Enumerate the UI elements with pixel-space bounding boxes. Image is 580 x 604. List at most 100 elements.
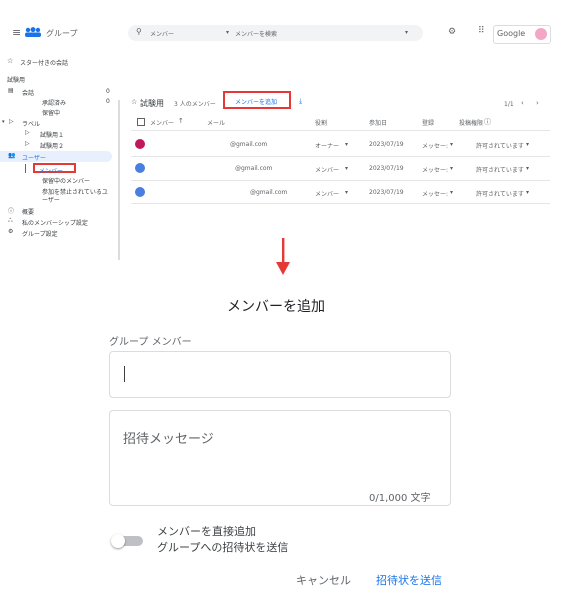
column-delivery[interactable]: 登録 <box>422 118 434 127</box>
star-icon: ☆ <box>7 57 14 65</box>
role-dropdown-icon[interactable]: ▾ <box>345 165 348 172</box>
prev-page-icon[interactable]: ‹ <box>521 99 524 107</box>
row-posting[interactable]: 許可されています <box>476 165 524 174</box>
google-account-button[interactable]: Google <box>493 25 551 44</box>
sidebar-item-members: メンバー <box>39 168 64 175</box>
text-cursor <box>124 366 125 382</box>
member-email-input[interactable] <box>109 351 451 398</box>
sort-arrow-icon[interactable]: ↑ <box>178 117 184 125</box>
sidebar-item-users-label: ユーザー <box>22 155 46 162</box>
sidebar-item-members-highlight[interactable]: メンバー <box>33 163 76 175</box>
member-count: 3 人のメンバー <box>174 101 216 108</box>
header: ≡ グループ ⚲ メンバー ▾ メンバーを検索 ▾ ⚙ ⠿ Google <box>0 0 580 60</box>
invitation-message-textarea[interactable]: 招待メッセージ 0/1,000 文字 <box>109 410 451 506</box>
conversations-icon: ▤ <box>8 87 14 94</box>
row-email: @gmail.com <box>250 189 288 196</box>
info-icon: ⓘ <box>484 118 491 126</box>
send-invite-label: グループへの招待状を送信 <box>157 541 289 554</box>
row-joined: 2023/07/19 <box>369 141 404 148</box>
sidebar-section-title: 試験用 <box>7 77 26 84</box>
download-icon[interactable]: ⤓ <box>299 97 302 106</box>
row-email: @gmail.com <box>230 141 268 148</box>
char-count: 0/1,000 文字 <box>369 493 431 504</box>
table-row[interactable]: @gmail.com メンバー ▾ 2023/07/19 メッセー: ▾ 許可さ… <box>131 181 550 203</box>
down-arrow-icon <box>276 238 290 275</box>
group-members-label: グループ メンバー <box>109 337 192 348</box>
direct-add-toggle[interactable] <box>111 534 143 548</box>
search-bar[interactable]: ⚲ メンバー ▾ メンバーを検索 ▾ <box>128 25 423 41</box>
role-dropdown-icon[interactable]: ▾ <box>345 141 348 148</box>
gear-icon[interactable]: ⚙ <box>448 27 456 37</box>
selected-indicator <box>25 164 26 173</box>
row-delivery[interactable]: メッセー: <box>422 165 448 174</box>
row-delivery[interactable]: メッセー: <box>422 141 448 150</box>
chevron-down-icon[interactable]: ▾ <box>2 119 5 125</box>
row-delivery[interactable]: メッセー: <box>422 189 448 198</box>
row-posting[interactable]: 許可されています <box>476 189 524 198</box>
sidebar: ☆ スター付きの会話 試験用 ▤ 会話 0 承認済み 0 保留中 ▾ ▷ ラベル… <box>0 57 120 270</box>
invite-placeholder: 招待メッセージ <box>123 432 214 447</box>
info-icon: ⓘ <box>8 208 15 215</box>
sidebar-item-test1[interactable]: 試験用１ <box>40 130 64 139</box>
settings-icon: ⚙ <box>8 228 14 235</box>
row-posting[interactable]: 許可されています <box>476 141 524 150</box>
apps-grid-icon[interactable]: ⠿ <box>478 26 485 36</box>
row-role[interactable]: オーナー <box>315 141 339 150</box>
google-label: Google <box>497 29 526 38</box>
scope-dropdown-icon: ▾ <box>226 29 230 36</box>
delivery-dropdown-icon[interactable]: ▾ <box>450 141 453 148</box>
cancel-button[interactable]: キャンセル <box>296 572 351 588</box>
sidebar-item-about[interactable]: 概要 <box>22 207 34 216</box>
label-icon: ▷ <box>25 140 30 147</box>
sidebar-item-test2[interactable]: 試験用２ <box>40 141 64 150</box>
sidebar-item-pending-members[interactable]: 保留中のメンバー <box>42 176 90 185</box>
sidebar-item-users[interactable]: 👥 ユーザー <box>0 151 112 162</box>
sidebar-item-pending[interactable]: 保留中 <box>42 108 60 117</box>
search-options-icon[interactable]: ▾ <box>405 29 408 36</box>
column-role[interactable]: 役割 <box>315 118 327 127</box>
column-joined[interactable]: 参加日 <box>369 118 387 127</box>
posting-dropdown-icon[interactable]: ▾ <box>526 141 529 148</box>
delivery-dropdown-icon[interactable]: ▾ <box>450 189 453 196</box>
membership-icon: ஃ <box>8 217 13 224</box>
group-star-icon[interactable]: ☆ <box>131 98 137 106</box>
posting-dropdown-icon[interactable]: ▾ <box>526 165 529 172</box>
column-email[interactable]: メール <box>207 118 225 127</box>
add-members-label: メンバーを追加 <box>235 99 278 106</box>
app-title: グループ <box>46 29 78 38</box>
dialog-title: メンバーを追加 <box>227 299 325 315</box>
table-row[interactable]: @gmail.com オーナー ▾ 2023/07/19 メッセー: ▾ 許可さ… <box>131 131 550 156</box>
menu-icon[interactable]: ≡ <box>12 26 21 39</box>
column-posting[interactable]: 投稿権限 <box>459 118 483 127</box>
sidebar-item-starred[interactable]: スター付きの会話 <box>20 58 68 67</box>
avatar[interactable] <box>535 28 547 40</box>
sidebar-item-group-settings[interactable]: グループ設定 <box>22 229 58 238</box>
direct-add-label: メンバーを直接追加 <box>157 525 256 538</box>
delivery-dropdown-icon[interactable]: ▾ <box>450 165 453 172</box>
next-page-icon[interactable]: › <box>536 99 539 107</box>
send-invitation-button[interactable]: 招待状を送信 <box>376 572 442 588</box>
avatar <box>135 187 145 197</box>
sidebar-item-membership[interactable]: 私のメンバーシップ設定 <box>22 218 88 227</box>
search-input[interactable]: メンバーを検索 <box>235 29 277 38</box>
row-role[interactable]: メンバー <box>315 165 339 174</box>
row-email: @gmail.com <box>235 165 273 172</box>
column-member[interactable]: メンバー <box>150 118 174 127</box>
approved-count: 0 <box>106 98 110 105</box>
posting-dropdown-icon[interactable]: ▾ <box>526 189 529 196</box>
row-role[interactable]: メンバー <box>315 189 339 198</box>
table-row[interactable]: @gmail.com メンバー ▾ 2023/07/19 メッセー: ▾ 許可さ… <box>131 157 550 180</box>
toggle-knob <box>111 534 125 548</box>
add-members-button[interactable]: メンバーを追加 <box>223 91 291 109</box>
conversations-count: 0 <box>106 88 110 95</box>
sidebar-item-banned-cont: ーザー <box>42 197 60 204</box>
avatar <box>135 163 145 173</box>
sidebar-scrollbar[interactable] <box>118 100 120 260</box>
select-all-checkbox[interactable] <box>137 118 145 126</box>
sidebar-item-labels[interactable]: ラベル <box>22 119 40 128</box>
groups-logo-icon <box>25 27 41 37</box>
sidebar-item-approved[interactable]: 承認済み <box>42 98 66 107</box>
sidebar-item-conversations[interactable]: 会話 <box>22 88 34 97</box>
search-scope[interactable]: メンバー <box>150 29 174 38</box>
role-dropdown-icon[interactable]: ▾ <box>345 189 348 196</box>
